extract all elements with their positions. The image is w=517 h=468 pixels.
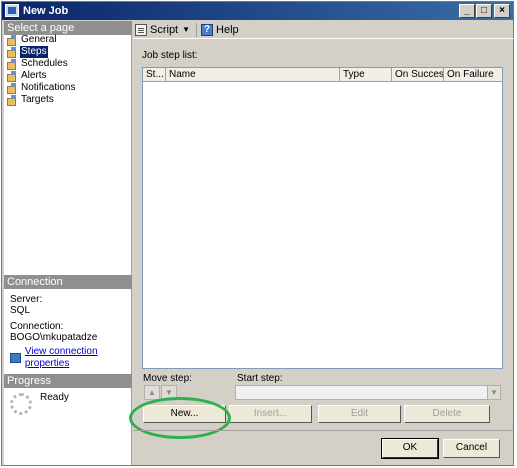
app-icon <box>5 4 19 17</box>
connection-header: Connection <box>4 275 132 289</box>
job-step-list-label: Job step list: <box>142 50 198 61</box>
progress-spinner-icon <box>10 393 32 415</box>
script-icon <box>135 23 147 36</box>
insert-step-label: Insert... <box>253 408 288 419</box>
help-icon <box>201 23 214 36</box>
cancel-label: Cancel <box>455 442 488 453</box>
ok-button[interactable]: OK <box>381 438 439 459</box>
progress-header: Progress <box>4 374 132 388</box>
help-button[interactable]: Help <box>201 23 239 36</box>
page-label: General <box>21 34 57 45</box>
page-item-general[interactable]: General <box>7 34 129 46</box>
move-down-button[interactable]: ▼ <box>161 385 177 400</box>
new-step-button[interactable]: New... <box>143 405 226 423</box>
chevron-down-icon[interactable]: ▼ <box>182 25 190 34</box>
page-list: General Steps Schedules Alerts Notificat… <box>7 34 129 106</box>
script-label: Script <box>150 23 179 36</box>
delete-step-button[interactable]: Delete <box>404 405 490 423</box>
page-icon <box>7 95 17 106</box>
left-pane: Select a page General Steps Schedules Al… <box>4 21 132 465</box>
grid-header: St... Name Type On Success On Failure <box>143 68 502 82</box>
view-connection-properties-link[interactable]: View connection properties <box>10 346 131 370</box>
page-icon <box>7 59 17 70</box>
edit-step-label: Edit <box>350 408 369 419</box>
page-label: Targets <box>21 94 54 105</box>
page-icon <box>7 35 17 46</box>
start-step-select[interactable]: ▼ <box>235 385 501 400</box>
page-icon <box>7 71 17 82</box>
page-label: Steps <box>20 46 48 58</box>
move-up-button[interactable]: ▲ <box>144 385 160 400</box>
select-page-header: Select a page <box>4 21 132 35</box>
toolbar-separator <box>196 22 198 37</box>
right-pane: Script ▼ Help Job step list: St... Name … <box>133 21 514 465</box>
job-step-grid[interactable]: St... Name Type On Success On Failure <box>142 67 503 369</box>
page-item-alerts[interactable]: Alerts <box>7 70 129 82</box>
page-item-steps[interactable]: Steps <box>7 46 129 58</box>
view-connection-properties-label: View connection properties <box>24 346 98 369</box>
column-header-on-failure[interactable]: On Failure <box>444 68 502 81</box>
new-job-window: New Job _ □ × Select a page General Step… <box>1 1 514 466</box>
start-step-label: Start step: <box>237 373 283 384</box>
minimize-button[interactable]: _ <box>459 4 475 18</box>
close-button[interactable]: × <box>494 4 510 18</box>
window-title: New Job <box>23 5 69 17</box>
progress-status: Ready <box>40 392 69 403</box>
page-label: Alerts <box>21 70 47 81</box>
move-step-label: Move step: <box>143 373 192 384</box>
maximize-button[interactable]: □ <box>476 4 492 18</box>
ok-label: OK <box>402 442 418 453</box>
delete-step-label: Delete <box>432 408 462 419</box>
chevron-down-icon[interactable]: ▼ <box>487 386 500 399</box>
title-bar[interactable]: New Job _ □ × <box>2 2 513 20</box>
new-step-label: New... <box>170 408 199 419</box>
cancel-button[interactable]: Cancel <box>443 439 500 458</box>
page-icon <box>7 83 17 94</box>
page-item-notifications[interactable]: Notifications <box>7 82 129 94</box>
page-item-targets[interactable]: Targets <box>7 94 129 106</box>
page-icon <box>7 47 17 58</box>
column-header-type[interactable]: Type <box>340 68 392 81</box>
toolbar: Script ▼ Help <box>133 21 514 39</box>
edit-step-button[interactable]: Edit <box>318 405 401 423</box>
page-item-schedules[interactable]: Schedules <box>7 58 129 70</box>
column-header-name[interactable]: Name <box>166 68 340 81</box>
column-header-on-success[interactable]: On Success <box>392 68 444 81</box>
connection-properties-icon <box>10 353 21 363</box>
help-label: Help <box>216 23 239 36</box>
server-value: SQL <box>10 305 31 316</box>
script-button[interactable]: Script ▼ <box>135 23 190 36</box>
insert-step-button[interactable]: Insert... <box>229 405 312 423</box>
connection-value: BOGO\mkupatadze <box>10 332 98 343</box>
page-label: Notifications <box>21 82 76 93</box>
column-header-step[interactable]: St... <box>143 68 166 81</box>
page-label: Schedules <box>21 58 68 69</box>
